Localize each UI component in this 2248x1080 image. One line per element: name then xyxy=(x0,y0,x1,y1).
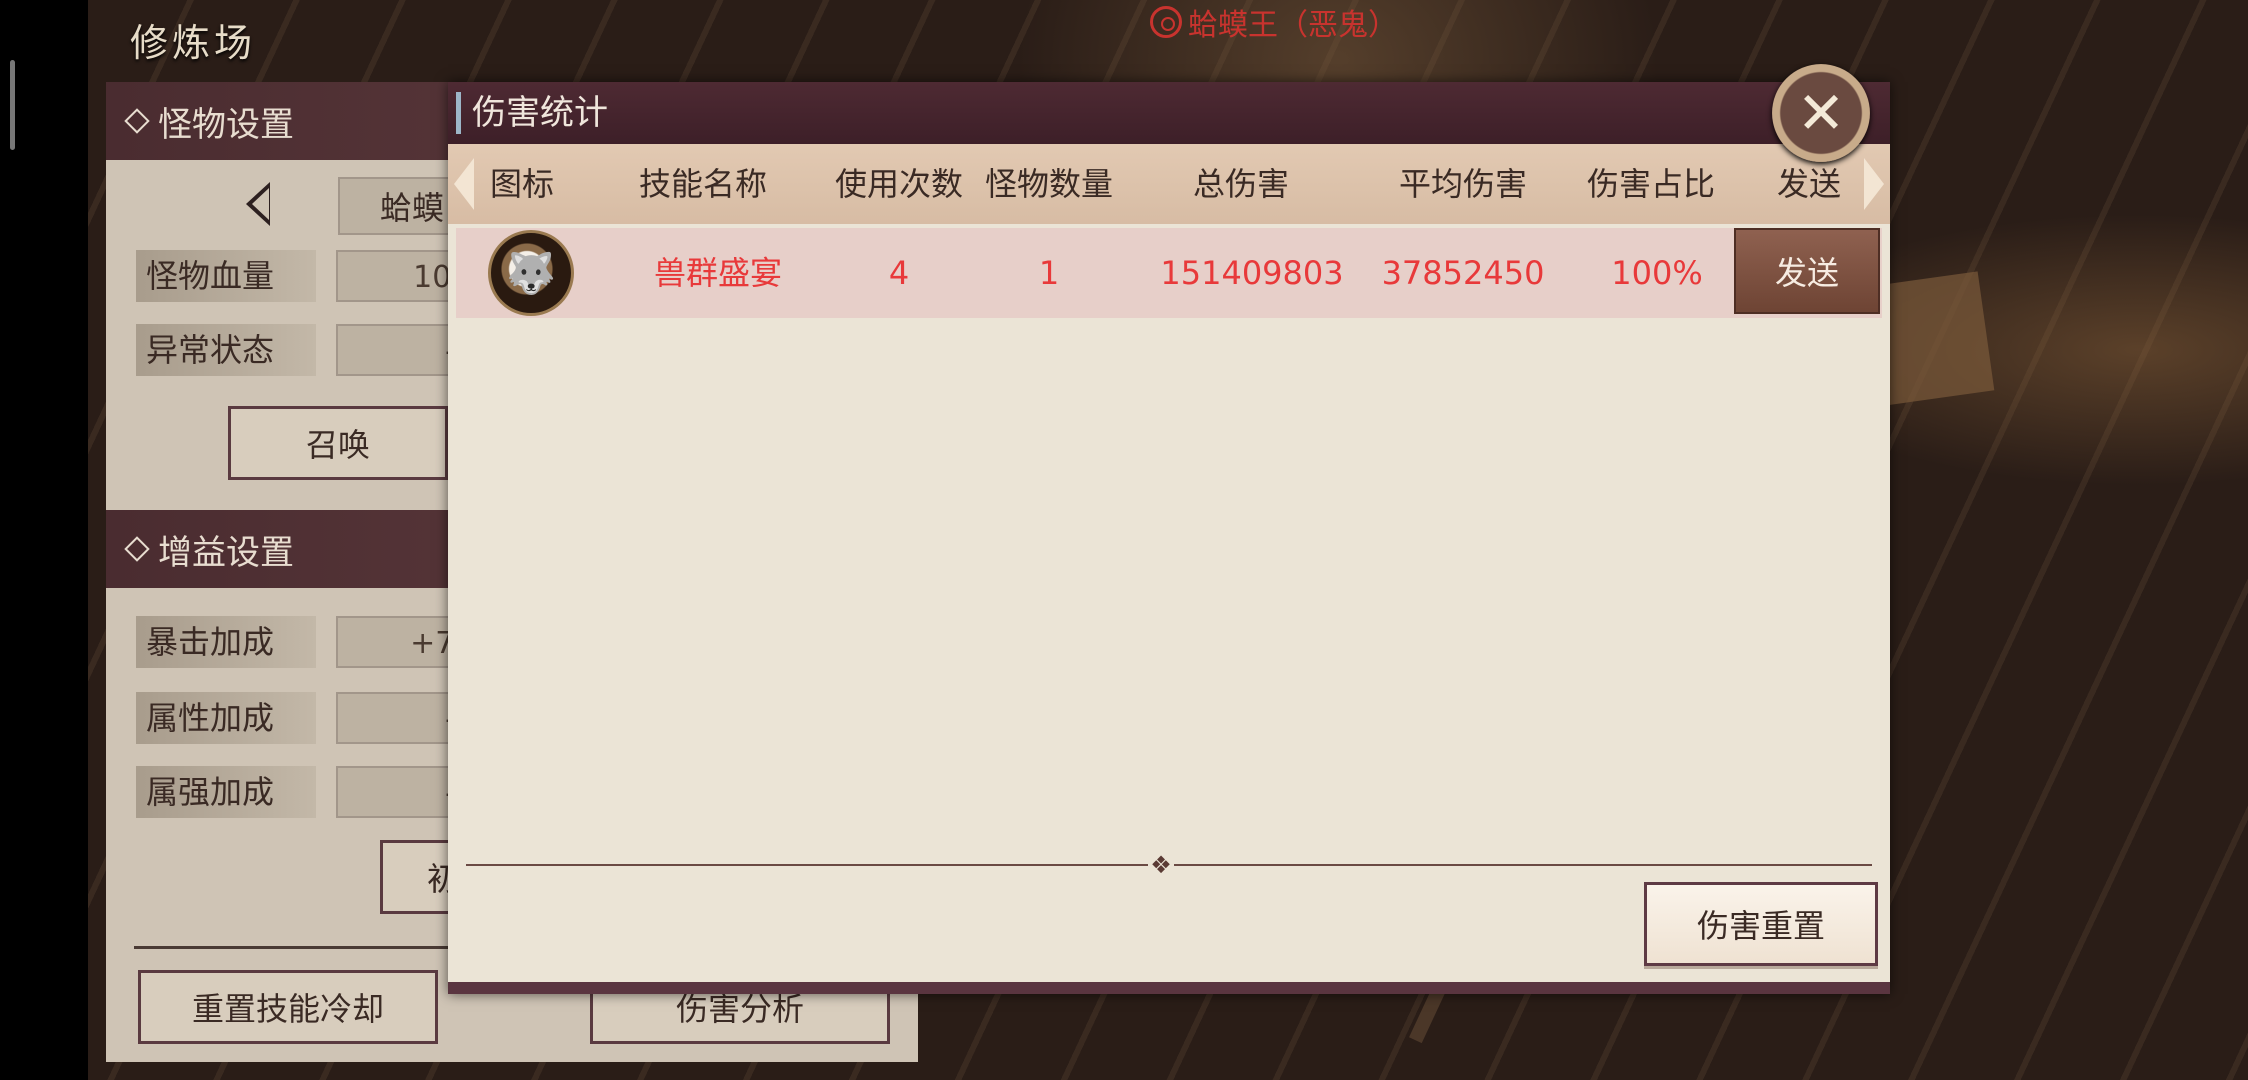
col-icon: 图标 xyxy=(489,165,554,203)
diamond-icon xyxy=(124,536,150,562)
wolf-skill-icon: 🐺 xyxy=(488,230,574,316)
ornament-icon: ❖ xyxy=(1148,852,1174,878)
dialog-bottom-border xyxy=(448,982,1890,994)
use-count: 4 xyxy=(888,254,910,292)
monster-hp-label: 怪物血量 xyxy=(136,250,316,302)
reset-cooldown-button[interactable]: 重置技能冷却 xyxy=(138,970,438,1044)
close-icon[interactable]: ✕ xyxy=(1772,64,1870,162)
total-damage: 151409803 xyxy=(1160,254,1344,292)
col-skill-name: 技能名称 xyxy=(638,165,767,203)
enemy-target-tag[interactable]: 蛤蟆王（恶鬼） xyxy=(1150,0,1398,44)
monster-settings-title: 怪物设置 xyxy=(158,104,294,145)
dialog-title-bar: 伤害统计 xyxy=(448,82,1890,144)
status-label: 异常状态 xyxy=(136,324,316,376)
average-damage: 37852450 xyxy=(1381,254,1545,292)
damage-stats-dialog: 伤害统计 图标 技能名称 使用次数 怪物数量 总伤害 平均伤害 伤害占比 发送 … xyxy=(448,82,1890,994)
col-use-count: 使用次数 xyxy=(834,165,963,203)
target-icon xyxy=(1150,6,1182,38)
damage-share: 100% xyxy=(1611,254,1703,292)
dialog-title: 伤害统计 xyxy=(472,93,608,133)
crit-label: 暴击加成 xyxy=(136,616,316,668)
enemy-name: 蛤蟆王（恶鬼） xyxy=(1188,8,1398,43)
prev-monster-icon[interactable] xyxy=(246,182,270,226)
scene-title: 修炼场 xyxy=(130,21,257,65)
edge-indicator xyxy=(10,60,15,150)
elem-label: 属强加成 xyxy=(136,766,316,818)
send-button[interactable]: 发送 xyxy=(1734,228,1880,314)
attr-label: 属性加成 xyxy=(136,692,316,744)
damage-reset-button[interactable]: 伤害重置 xyxy=(1644,882,1878,966)
col-monster-count: 怪物数量 xyxy=(984,165,1113,203)
title-accent xyxy=(456,92,461,134)
diamond-icon xyxy=(124,108,150,134)
skill-name: 兽群盛宴 xyxy=(653,254,782,292)
monster-count: 1 xyxy=(1038,254,1060,292)
summon-button[interactable]: 召唤 xyxy=(228,406,448,480)
chevron-left-icon xyxy=(454,158,474,210)
buff-settings-title: 增益设置 xyxy=(158,532,294,573)
col-total-damage: 总伤害 xyxy=(1192,165,1289,203)
col-average-damage: 平均伤害 xyxy=(1398,165,1527,203)
chevron-right-icon xyxy=(1864,158,1884,210)
col-damage-share: 伤害占比 xyxy=(1586,165,1715,203)
